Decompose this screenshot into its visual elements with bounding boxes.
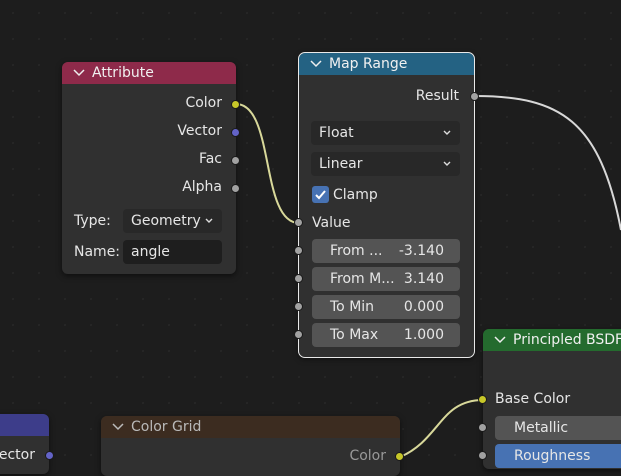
socket-color-output[interactable]: [231, 100, 240, 109]
color-grid-header[interactable]: Color Grid: [101, 416, 400, 438]
socket-base-color-input[interactable]: [478, 395, 487, 404]
from-min-label: From ...: [330, 243, 383, 259]
from-min-value: -3.140: [398, 243, 444, 259]
data-type-value: Float: [319, 125, 354, 141]
from-min-field[interactable]: From ... -3.140: [312, 239, 460, 263]
socket-from-min-input[interactable]: [294, 246, 303, 255]
attribute-node-title: Attribute: [92, 65, 154, 81]
output-alpha-label: Alpha: [182, 179, 222, 195]
map-range-node[interactable]: Map Range Result Float Linear Clamp Valu…: [298, 52, 475, 358]
vector-node-header[interactable]: [0, 414, 49, 436]
principled-bsdf-node[interactable]: Principled BSDF Base Color Metallic Roug…: [483, 329, 621, 469]
vector-node-partial[interactable]: ector: [0, 414, 49, 474]
from-max-field[interactable]: From M... 3.140: [312, 267, 460, 291]
chevron-down-icon: [443, 161, 451, 166]
metallic-field[interactable]: Metallic: [495, 416, 621, 440]
roughness-label: Roughness: [514, 448, 591, 464]
chevron-down-icon[interactable]: [493, 333, 507, 347]
to-min-label: To Min: [330, 299, 375, 315]
interpolation-dropdown[interactable]: Linear: [311, 152, 460, 176]
socket-to-min-input[interactable]: [294, 302, 303, 311]
socket-fac-output[interactable]: [231, 156, 240, 165]
output-vector-label: Vector: [177, 123, 222, 139]
map-range-node-header[interactable]: Map Range: [299, 53, 474, 75]
principled-bsdf-header[interactable]: Principled BSDF: [483, 329, 621, 351]
socket-value-input[interactable]: [294, 218, 303, 227]
output-color-label: Color: [185, 95, 222, 111]
socket-from-max-input[interactable]: [294, 274, 303, 283]
from-max-label: From M...: [330, 271, 395, 287]
chevron-down-icon[interactable]: [72, 66, 86, 80]
color-grid-title: Color Grid: [131, 419, 202, 435]
socket-vector-partial-output[interactable]: [45, 451, 54, 460]
type-dropdown[interactable]: Geometry: [123, 209, 222, 233]
color-grid-color-label: Color: [349, 448, 386, 464]
principled-bsdf-title: Principled BSDF: [513, 332, 621, 348]
socket-roughness-input[interactable]: [478, 451, 487, 460]
map-range-node-title: Map Range: [329, 56, 408, 72]
data-type-dropdown[interactable]: Float: [311, 121, 460, 145]
vector-output-label: ector: [0, 447, 35, 463]
socket-result-output[interactable]: [470, 92, 479, 101]
clamp-label[interactable]: Clamp: [333, 187, 378, 203]
type-label: Type:: [74, 213, 111, 229]
chevron-down-icon: [205, 218, 213, 223]
output-fac-label: Fac: [198, 151, 222, 167]
name-input-value: angle: [131, 244, 170, 260]
socket-vector-output[interactable]: [231, 128, 240, 137]
name-label: Name:: [74, 244, 121, 260]
attribute-node[interactable]: Attribute Color Vector Fac Alpha Type: G…: [62, 62, 236, 274]
metallic-label: Metallic: [514, 420, 569, 436]
base-color-label: Base Color: [495, 391, 571, 407]
to-max-value: 1.000: [403, 327, 444, 343]
chevron-down-icon: [443, 130, 451, 135]
to-max-label: To Max: [330, 327, 379, 343]
roughness-field[interactable]: Roughness: [495, 444, 621, 468]
from-max-value: 3.140: [403, 271, 444, 287]
checkmark-icon: [315, 190, 326, 200]
to-max-field[interactable]: To Max 1.000: [312, 323, 460, 347]
interpolation-value: Linear: [319, 156, 363, 172]
chevron-down-icon[interactable]: [111, 420, 125, 434]
chevron-down-icon[interactable]: [309, 57, 323, 71]
socket-alpha-output[interactable]: [231, 184, 240, 193]
attribute-node-header[interactable]: Attribute: [62, 62, 236, 84]
to-min-value: 0.000: [403, 299, 444, 315]
name-input[interactable]: angle: [123, 240, 222, 264]
socket-metallic-input[interactable]: [478, 423, 487, 432]
wire-result-out: [474, 95, 621, 231]
clamp-checkbox[interactable]: [312, 186, 329, 203]
socket-to-max-input[interactable]: [294, 330, 303, 339]
wire-color-to-value: [235, 103, 300, 224]
to-min-field[interactable]: To Min 0.000: [312, 295, 460, 319]
result-output-label: Result: [415, 88, 459, 104]
value-input-label: Value: [312, 215, 351, 231]
color-grid-node[interactable]: Color Grid Color: [101, 416, 400, 476]
wire-colorgrid-to-basecolor: [399, 399, 484, 457]
type-dropdown-value: Geometry: [131, 213, 201, 229]
